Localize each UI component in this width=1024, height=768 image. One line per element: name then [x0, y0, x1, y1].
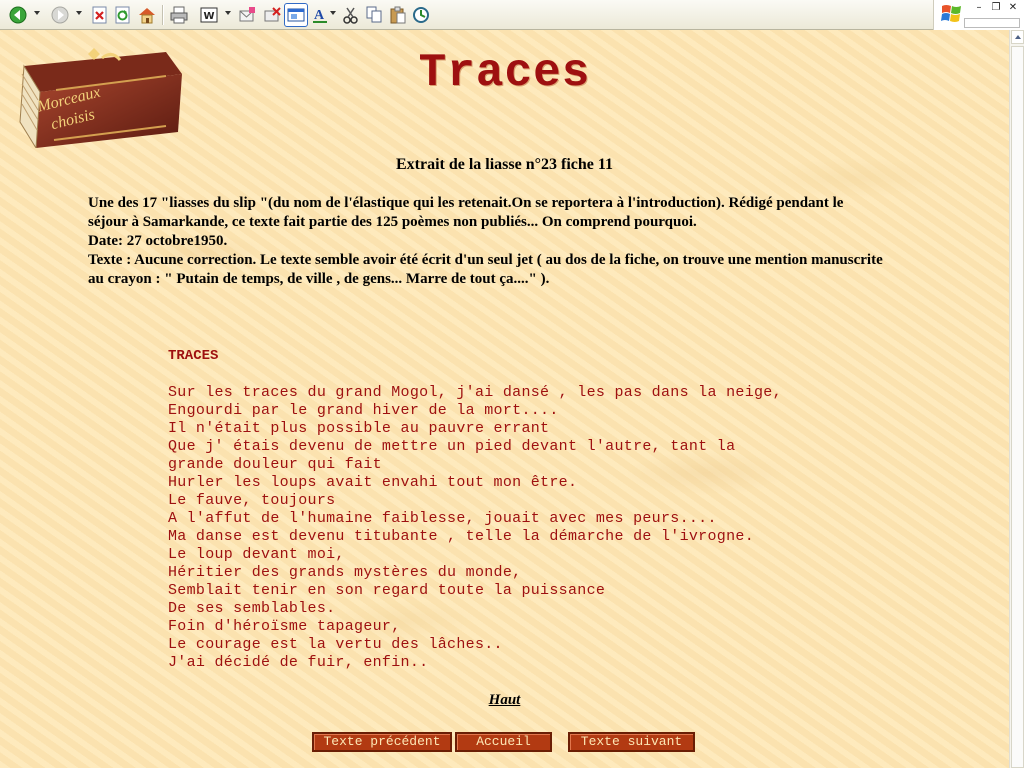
restore-button[interactable]: ❐	[989, 3, 1003, 13]
poem-title: TRACES	[168, 348, 219, 364]
email-icon[interactable]	[237, 5, 257, 25]
toolbar-separator	[162, 5, 164, 25]
page-title: Traces	[418, 47, 591, 99]
poem-line: Le courage est la vertu des lâches..	[168, 636, 503, 653]
page-content: Morceaux choisis Traces Extrait de la li…	[0, 30, 1009, 768]
window-controls: – ❐ ✕	[933, 0, 1024, 30]
poem-line: Le fauve, toujours	[168, 492, 336, 509]
poem-line: Il n'était plus possible au pauvre erran…	[168, 420, 550, 437]
font-dropdown-icon[interactable]	[330, 11, 336, 15]
svg-text:A: A	[314, 8, 325, 23]
poem-line: Engourdi par le grand hiver de la mort..…	[168, 402, 559, 419]
poem-line: A l'affut de l'humaine faiblesse, jouait…	[168, 510, 717, 527]
back-icon[interactable]	[8, 5, 28, 25]
browser-toolbar: W A – ❐ ✕	[0, 0, 1024, 30]
scroll-up-arrow-icon[interactable]	[1011, 30, 1024, 44]
poem-line: Semblait tenir en son regard toute la pu…	[168, 582, 606, 599]
haut-link[interactable]: Haut	[0, 692, 1009, 709]
poem-line: J'ai décidé de fuir, enfin..	[168, 654, 429, 671]
page-subtitle: Extrait de la liasse n°23 fiche 11	[395, 156, 614, 173]
intro-line: Date: 27 octobre1950.	[88, 233, 228, 249]
poem-line: Héritier des grands mystères du monde,	[168, 564, 522, 581]
forward-icon[interactable]	[50, 5, 70, 25]
word-dropdown-icon[interactable]	[225, 11, 231, 15]
cut-icon[interactable]	[341, 5, 361, 25]
intro-line: au crayon : " Putain de temps, de ville …	[88, 271, 550, 287]
copy-icon[interactable]	[364, 5, 384, 25]
close-button[interactable]: ✕	[1006, 3, 1020, 13]
paste-icon[interactable]	[388, 5, 408, 25]
clock-icon[interactable]	[411, 5, 431, 25]
poem-line: grande douleur qui fait	[168, 456, 382, 473]
print-icon[interactable]	[169, 5, 189, 25]
mini-address-field[interactable]	[964, 18, 1020, 28]
intro-line: séjour à Samarkande, ce texte fait parti…	[88, 214, 697, 230]
back-dropdown-icon[interactable]	[34, 11, 40, 15]
windows-logo-icon	[941, 5, 961, 22]
poem-line: Sur les traces du grand Mogol, j'ai dans…	[168, 384, 782, 401]
stop-icon[interactable]	[90, 5, 110, 25]
intro-line: Une des 17 "liasses du slip "(du nom de …	[88, 195, 844, 211]
poem-text: Sur les traces du grand Mogol, j'ai dans…	[168, 384, 782, 672]
scroll-thumb[interactable]	[1011, 46, 1024, 768]
poem-line: Le loup devant moi,	[168, 546, 345, 563]
intro-line: Texte : Aucune correction. Le texte semb…	[88, 252, 883, 268]
font-icon[interactable]: A	[311, 5, 331, 25]
svg-text:W: W	[203, 11, 214, 22]
next-text-button[interactable]: Texte suivant	[568, 732, 695, 752]
forward-dropdown-icon[interactable]	[76, 11, 82, 15]
previous-text-button[interactable]: Texte précédent	[312, 732, 452, 752]
poem-line: Que j' étais devenu de mettre un pied de…	[168, 438, 736, 455]
minimize-button[interactable]: –	[972, 3, 986, 13]
home-button[interactable]: Accueil	[455, 732, 552, 752]
vertical-scrollbar[interactable]	[1009, 30, 1024, 768]
intro-text: Une des 17 "liasses du slip "(du nom de …	[88, 194, 928, 289]
poem-line: Foin d'héroïsme tapageur,	[168, 618, 401, 635]
delete-icon[interactable]	[262, 5, 282, 25]
refresh-icon[interactable]	[113, 5, 133, 25]
poem-line: De ses semblables.	[168, 600, 336, 617]
poem-line: Hurler les loups avait envahi tout mon ê…	[168, 474, 578, 491]
home-icon[interactable]	[137, 5, 157, 25]
word-icon[interactable]: W	[199, 5, 219, 25]
compatibility-view-icon[interactable]	[284, 3, 308, 27]
poem-line: Ma danse est devenu titubante , telle la…	[168, 528, 754, 545]
